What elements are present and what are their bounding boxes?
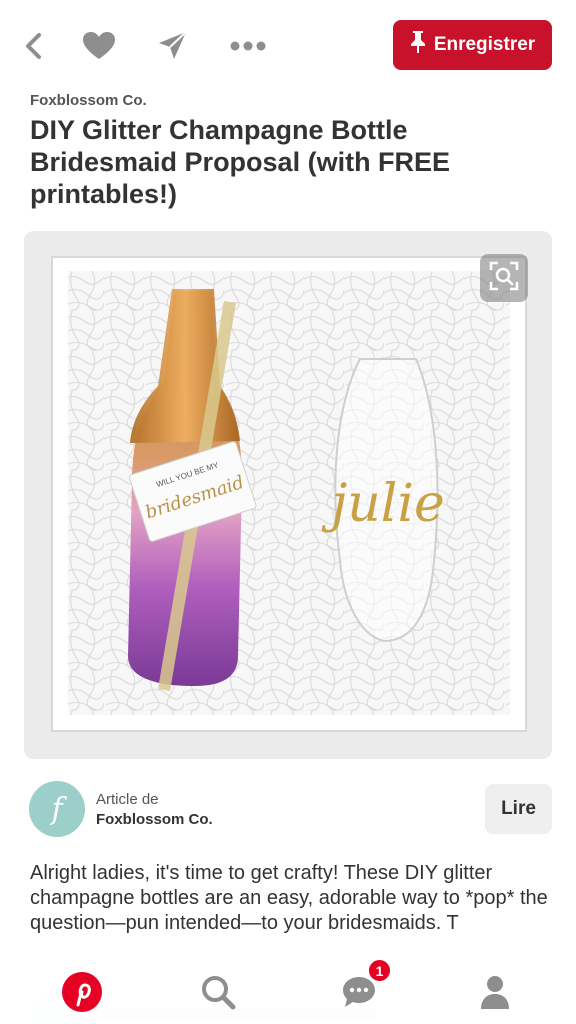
profile-icon[interactable] — [471, 968, 519, 1016]
save-button-label: Enregistrer — [433, 34, 536, 55]
heart-icon[interactable] — [79, 26, 119, 66]
pin-source-name[interactable]: Foxblossom Co. — [30, 92, 147, 109]
save-button[interactable]: Enregistrer — [393, 20, 552, 70]
avatar-letter: f — [51, 791, 63, 827]
send-icon[interactable] — [152, 26, 192, 66]
pin-description: Alright ladies, it's time to get crafty!… — [30, 862, 548, 934]
pin-title: DIY Glitter Champagne Bottle Bridesmaid … — [30, 115, 451, 209]
search-icon[interactable] — [194, 968, 242, 1016]
article-label: Article de — [96, 791, 159, 808]
top-action-bar: Enregistrer — [0, 0, 576, 88]
pushpin-icon — [410, 30, 426, 60]
pin-image[interactable]: WILL YOU BE MY bridesmaid julie — [24, 231, 552, 759]
pinterest-logo-icon[interactable] — [58, 968, 106, 1016]
source-avatar[interactable]: f — [29, 781, 85, 837]
messages-badge: 1 — [367, 958, 392, 983]
read-button[interactable]: Lire — [485, 784, 552, 834]
visual-search-icon — [489, 261, 519, 296]
bottom-navigation — [0, 958, 576, 1024]
glass-name-text: julie — [321, 474, 445, 534]
more-icon[interactable] — [228, 26, 268, 66]
article-source-name[interactable]: Foxblossom Co. — [96, 811, 213, 828]
back-arrow-icon[interactable] — [14, 26, 54, 66]
visual-search-button[interactable] — [480, 254, 528, 302]
